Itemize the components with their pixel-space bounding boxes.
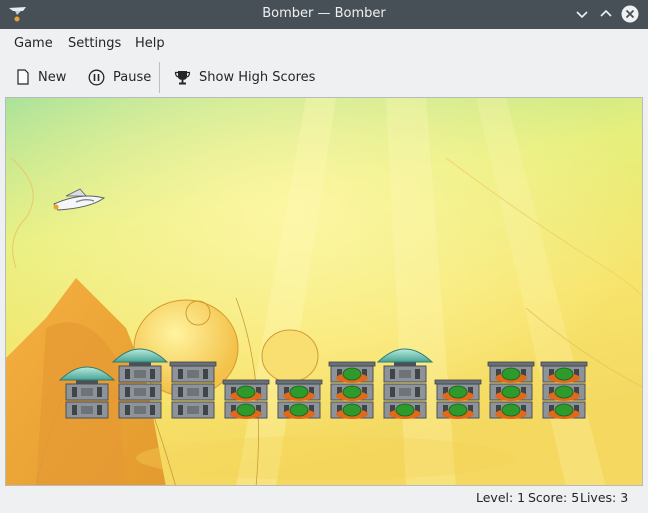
- building: [328, 361, 376, 419]
- game-background: [6, 98, 642, 485]
- building: [169, 361, 217, 419]
- minimize-icon[interactable]: [574, 6, 590, 22]
- game-canvas[interactable]: [5, 97, 643, 486]
- building: [434, 379, 482, 419]
- building: [540, 361, 588, 419]
- new-button[interactable]: New: [16, 63, 66, 91]
- new-button-label: New: [38, 69, 67, 85]
- toolbar-separator: [159, 62, 160, 93]
- trophy-icon: [174, 70, 191, 84]
- pause-icon: [88, 69, 105, 85]
- title-bar: Bomber — Bomber: [0, 0, 648, 29]
- building: [222, 379, 270, 419]
- building: [487, 361, 535, 419]
- menu-help[interactable]: Help: [135, 36, 165, 51]
- show-high-scores-button[interactable]: Show High Scores: [174, 63, 315, 91]
- new-document-icon: [17, 69, 29, 85]
- maximize-icon[interactable]: [598, 6, 614, 22]
- window-title: Bomber — Bomber: [262, 6, 386, 21]
- building: [111, 348, 169, 419]
- score-status: Score: 5: [528, 490, 580, 505]
- menu-bar: Game Settings Help: [0, 29, 648, 58]
- toolbar: New Pause Show High Scores: [0, 58, 648, 96]
- building: [376, 348, 434, 419]
- building: [275, 379, 323, 419]
- show-high-scores-label: Show High Scores: [199, 69, 316, 85]
- status-bar: Level: 1 Score: 5 Lives: 3: [0, 486, 648, 513]
- menu-game[interactable]: Game: [14, 36, 53, 51]
- lives-status: Lives: 3: [580, 490, 629, 505]
- pause-button-label: Pause: [113, 69, 152, 85]
- menu-settings[interactable]: Settings: [68, 36, 121, 51]
- close-icon[interactable]: [621, 5, 639, 23]
- level-status: Level: 1: [476, 490, 526, 505]
- building: [58, 366, 116, 419]
- pause-button[interactable]: Pause: [88, 63, 151, 91]
